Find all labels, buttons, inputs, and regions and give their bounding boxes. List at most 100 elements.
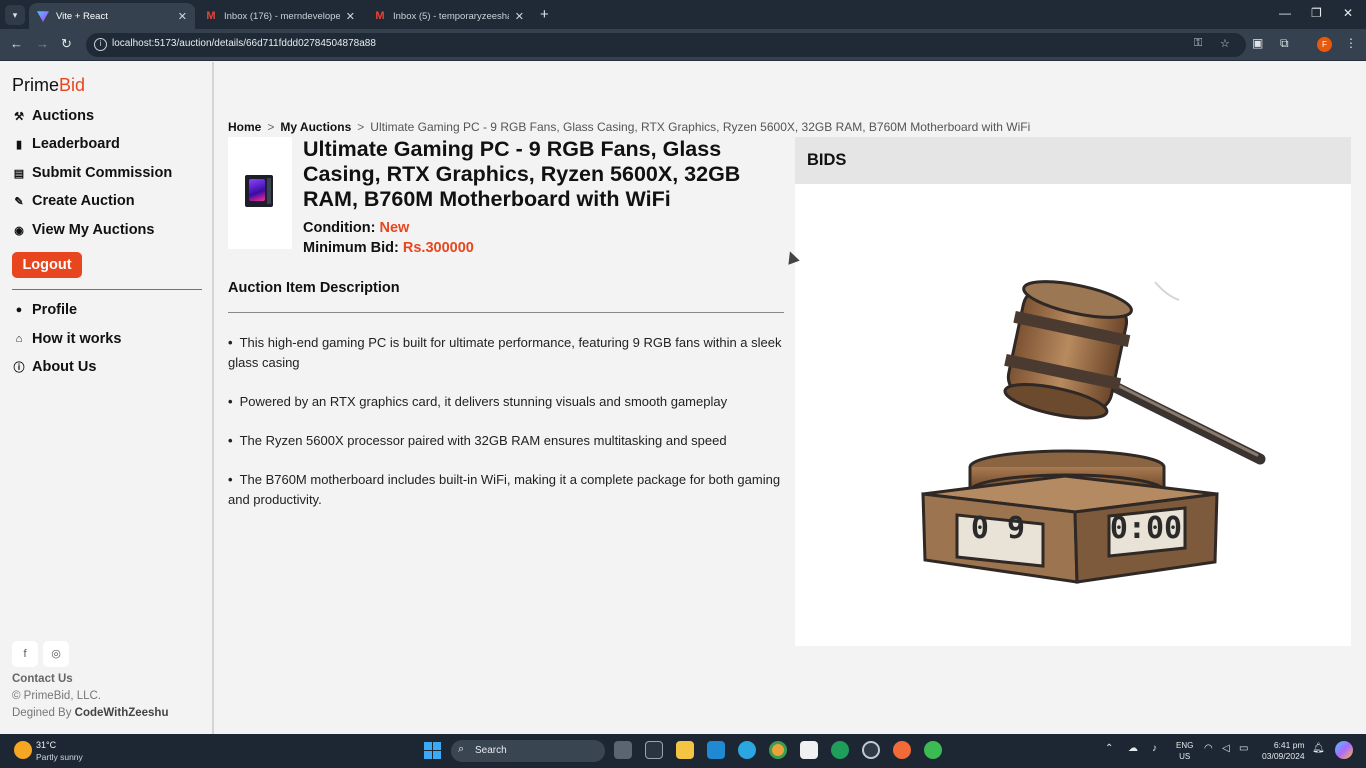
description-point-text: The Ryzen 5600X processor paired with 32…	[239, 433, 727, 448]
new-tab-plus-icon[interactable]: +	[540, 6, 549, 23]
chrome-profile-icon[interactable]	[924, 741, 942, 759]
browser-tab-gmail-2[interactable]: M Inbox (5) - temporaryzeeshan2 ✕	[366, 3, 532, 29]
breadcrumb-home[interactable]: Home	[228, 120, 261, 134]
copilot-icon[interactable]	[1335, 741, 1353, 759]
chrome-icon[interactable]	[769, 741, 787, 759]
taskbar-clock[interactable]: 6:41 pm 03/09/2024	[1262, 740, 1305, 762]
gavel-head	[1003, 280, 1133, 420]
main-content: Home > My Auctions > Ultimate Gaming PC - 9 …	[215, 62, 1366, 734]
minimize-icon[interactable]: —	[1279, 6, 1291, 20]
bids-panel: BIDS 0 9 0:00	[795, 137, 1351, 646]
bids-heading: BIDS	[795, 137, 1351, 184]
volume-icon[interactable]: ◁	[1222, 743, 1230, 754]
weather-temperature[interactable]: 31°C	[36, 740, 56, 750]
language-indicator[interactable]: ENG US	[1176, 740, 1193, 762]
instagram-icon[interactable]: ◎	[43, 641, 69, 667]
bookmark-star-icon[interactable]: ☆	[1220, 37, 1230, 50]
breadcrumb-separator-icon: >	[357, 120, 365, 134]
sidebar-item-view-my-auctions[interactable]: ◉ View My Auctions	[12, 222, 154, 238]
tab-list-chevron-icon[interactable]: ▾	[5, 5, 25, 25]
sidebar-item-submit-commission[interactable]: ▤ Submit Commission	[12, 165, 172, 181]
sidebar: PrimeBid ⚒ Auctions ▮ Leaderboard ▤ Subm…	[0, 62, 214, 734]
postman-icon[interactable]	[893, 741, 911, 759]
task-view-icon[interactable]	[614, 741, 632, 759]
back-arrow-icon[interactable]: ←	[10, 36, 23, 51]
tray-overflow-icon[interactable]: ⌃	[1105, 743, 1113, 754]
tab-title: Inbox (5) - temporaryzeeshan2	[393, 10, 509, 22]
logout-button[interactable]: Logout	[12, 252, 82, 278]
item-image	[228, 137, 292, 249]
sidebar-item-auctions[interactable]: ⚒ Auctions	[12, 108, 94, 124]
clock-date: 03/09/2024	[1262, 751, 1305, 761]
wifi-icon[interactable]: ◠	[1204, 743, 1213, 754]
search-icon: ⌕	[458, 743, 465, 755]
breadcrumb-my-auctions[interactable]: My Auctions	[280, 120, 351, 134]
edit-icon: ✎	[14, 195, 24, 208]
restore-icon[interactable]: ❐	[1311, 6, 1322, 20]
store-icon[interactable]	[800, 741, 818, 759]
password-key-icon[interactable]: ⚿	[1194, 37, 1202, 50]
extension-new-icon[interactable]: ▣	[1252, 36, 1263, 50]
extensions-puzzle-icon[interactable]: ⧉	[1280, 36, 1289, 51]
sidebar-item-create-auction[interactable]: ✎ Create Auction	[12, 193, 134, 209]
sidebar-divider	[12, 289, 202, 290]
sidebar-item-leaderboard[interactable]: ▮ Leaderboard	[12, 136, 120, 152]
designer-name[interactable]: CodeWithZeeshu	[75, 707, 169, 719]
reload-icon[interactable]: ↻	[61, 36, 72, 52]
logo-accent-text: Bid	[59, 75, 86, 95]
sidebar-item-label: View My Auctions	[32, 222, 155, 238]
file-explorer-icon[interactable]	[676, 741, 694, 759]
onedrive-icon[interactable]: ☁	[1128, 743, 1138, 754]
url-field[interactable]: i localhost:5173/auction/details/66d711f…	[86, 33, 1246, 57]
gavel-timer-illustration: 0 9 0:00	[921, 280, 1266, 584]
mongodb-icon[interactable]	[831, 741, 849, 759]
description-heading: Auction Item Description	[228, 280, 400, 296]
github-desktop-icon[interactable]	[862, 741, 880, 759]
item-minimum-bid: Minimum Bid: Rs.300000	[303, 240, 474, 256]
weather-description[interactable]: Partly sunny	[36, 752, 83, 762]
gaming-pc-image-icon	[245, 175, 273, 207]
tab-title: Vite + React	[56, 10, 108, 22]
forward-arrow-icon[interactable]: →	[36, 36, 49, 51]
receipt-icon: ▤	[13, 167, 25, 180]
bar-chart-icon: ▮	[15, 138, 23, 151]
description-point-text: Powered by an RTX graphics card, it deli…	[239, 394, 728, 409]
browser-tab-gmail-1[interactable]: M Inbox (176) - merndeveloper4@ ✕	[197, 3, 363, 29]
browser-tab-vite[interactable]: Vite + React ✕	[29, 3, 195, 29]
weather-sun-icon[interactable]	[14, 741, 32, 759]
vscode-icon[interactable]	[707, 741, 725, 759]
gavel-icon: ⚒	[14, 110, 24, 123]
taskbar-search[interactable]: ⌕ Search	[451, 740, 605, 762]
windows-start-icon[interactable]	[424, 742, 441, 759]
language-code: ENG	[1176, 741, 1194, 750]
close-tab-icon[interactable]: ✕	[178, 10, 187, 23]
battery-icon[interactable]: ▭	[1239, 743, 1248, 754]
breadcrumb-separator-icon: >	[267, 120, 275, 134]
facebook-icon[interactable]: f	[12, 641, 38, 667]
url-text: localhost:5173/auction/details/66d711fdd…	[112, 38, 376, 49]
vite-favicon-icon	[37, 11, 49, 22]
gmail-favicon-icon: M	[206, 10, 216, 22]
close-tab-icon[interactable]: ✕	[515, 10, 524, 23]
close-tab-icon[interactable]: ✕	[346, 10, 355, 23]
edge-icon[interactable]	[738, 741, 756, 759]
calculator-icon[interactable]	[645, 741, 663, 759]
sidebar-item-profile[interactable]: ● Profile	[12, 302, 77, 318]
description-point: • The Ryzen 5600X processor paired with 3…	[228, 433, 727, 448]
sidebar-item-about-us[interactable]: ⓘ About Us	[12, 359, 97, 375]
contact-us-link[interactable]: Contact Us	[12, 673, 73, 685]
condition-value: New	[379, 220, 410, 236]
more-menu-icon[interactable]: ⋮	[1345, 36, 1357, 50]
logo-text: Prime	[12, 75, 60, 95]
microphone-icon[interactable]: ♪	[1152, 743, 1157, 754]
logo[interactable]: PrimeBid	[12, 75, 85, 96]
profile-avatar[interactable]: F	[1317, 37, 1332, 52]
sidebar-item-how-it-works[interactable]: ⌂ How it works	[12, 331, 122, 347]
close-window-icon[interactable]: ✕	[1343, 6, 1353, 20]
condition-label: Condition:	[303, 220, 376, 236]
notification-bell-icon[interactable]: 🔔︎	[1312, 743, 1325, 754]
breadcrumb-current: Ultimate Gaming PC - 9 RGB Fans, Glass C…	[370, 120, 1031, 134]
designed-by-text: Degined By CodeWithZeeshu	[12, 707, 169, 719]
description-point: • Powered by an RTX graphics card, it del…	[228, 394, 728, 409]
site-info-icon[interactable]: i	[94, 38, 107, 51]
